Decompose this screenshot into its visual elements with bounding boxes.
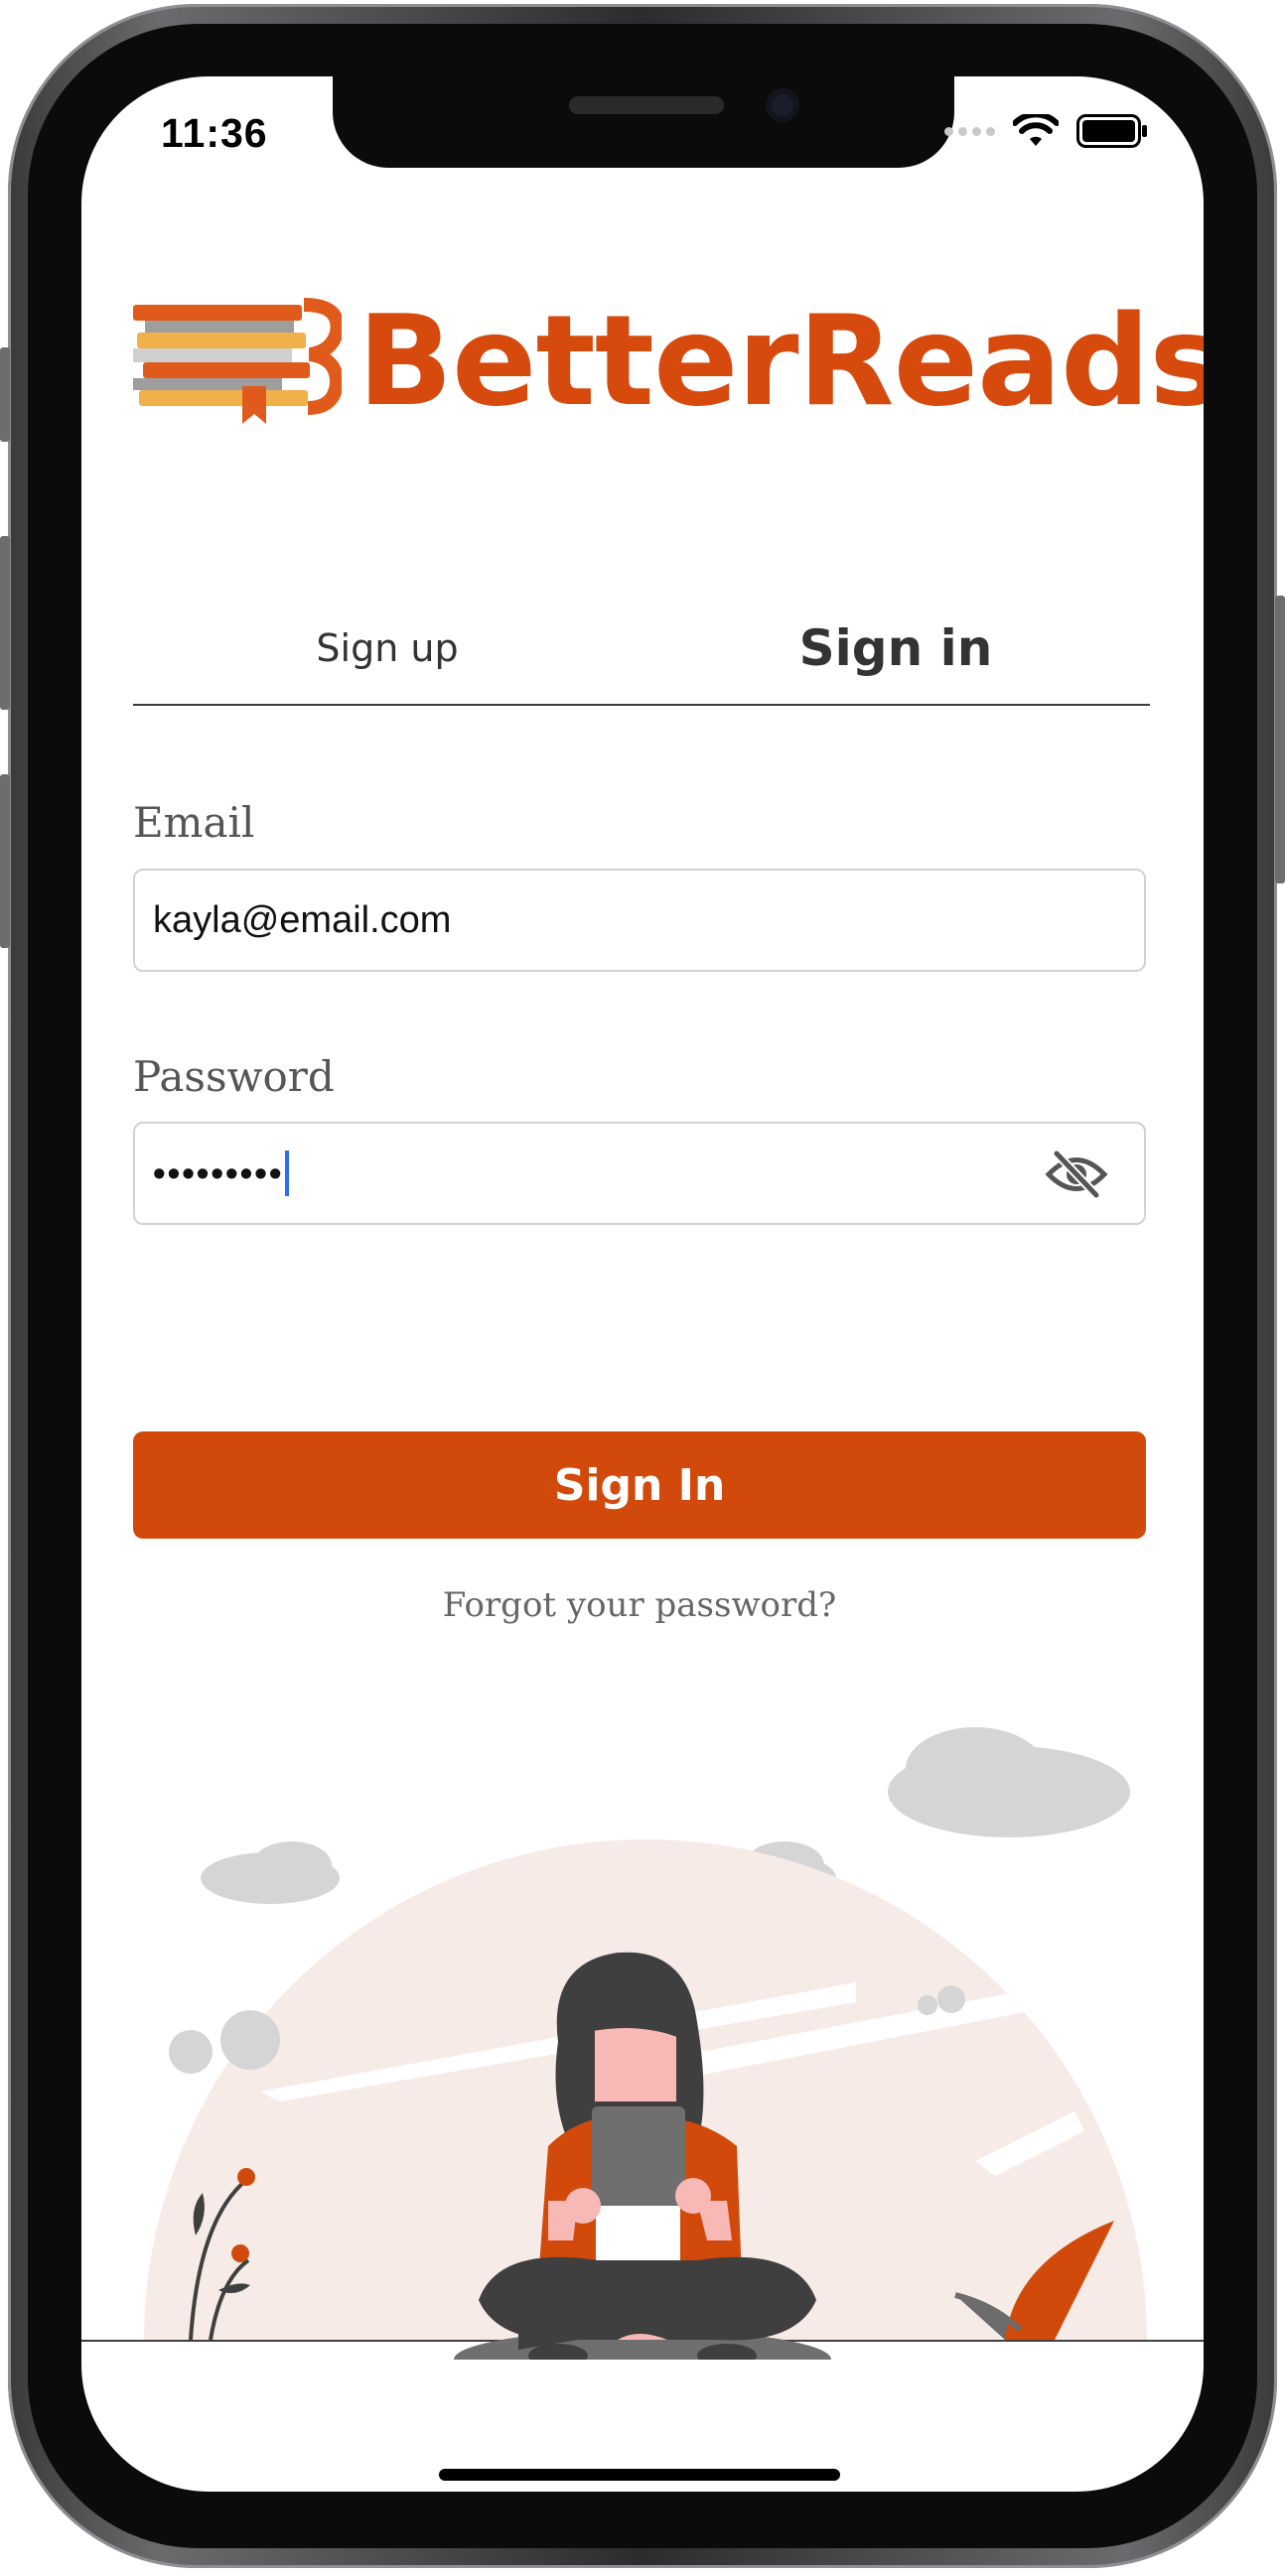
notch — [333, 76, 954, 168]
books-bookmark-icon — [133, 298, 342, 424]
email-label: Email — [133, 798, 255, 847]
front-camera — [766, 88, 799, 122]
reading-woman-illustration — [81, 1727, 1204, 2360]
sign-in-button[interactable]: Sign In — [133, 1431, 1146, 1539]
home-indicator[interactable] — [439, 2469, 840, 2481]
auth-tabs: Sign up Sign in — [133, 593, 1150, 706]
forgot-password-link[interactable]: Forgot your password? — [133, 1585, 1146, 1625]
password-label: Password — [133, 1052, 335, 1101]
tab-sign-up[interactable]: Sign up — [133, 593, 642, 704]
mute-switch — [0, 347, 10, 442]
password-value: ••••••••• — [153, 1152, 284, 1193]
battery-icon — [1076, 114, 1147, 148]
status-time: 11:36 — [161, 110, 268, 156]
speaker-grille — [569, 96, 724, 114]
text-caret — [285, 1151, 290, 1196]
volume-down-button — [0, 774, 10, 948]
password-field[interactable]: ••••••••• — [133, 1122, 1146, 1225]
tab-sign-in[interactable]: Sign in — [642, 593, 1150, 704]
status-icons — [944, 114, 1148, 148]
brand-logo: BetterReads — [133, 297, 1204, 426]
wifi-icon — [1013, 114, 1059, 146]
brand-name: BetterReads — [357, 288, 1204, 434]
email-value: kayla@email.com — [153, 898, 452, 941]
power-button — [1275, 596, 1285, 883]
email-field[interactable]: kayla@email.com — [133, 869, 1146, 972]
volume-up-button — [0, 536, 10, 710]
app-screen: 11:36 BetterReads Sign up Sign in Email … — [81, 76, 1204, 2492]
signal-dots-icon — [944, 126, 995, 136]
eye-slash-icon[interactable] — [1045, 1150, 1108, 1199]
